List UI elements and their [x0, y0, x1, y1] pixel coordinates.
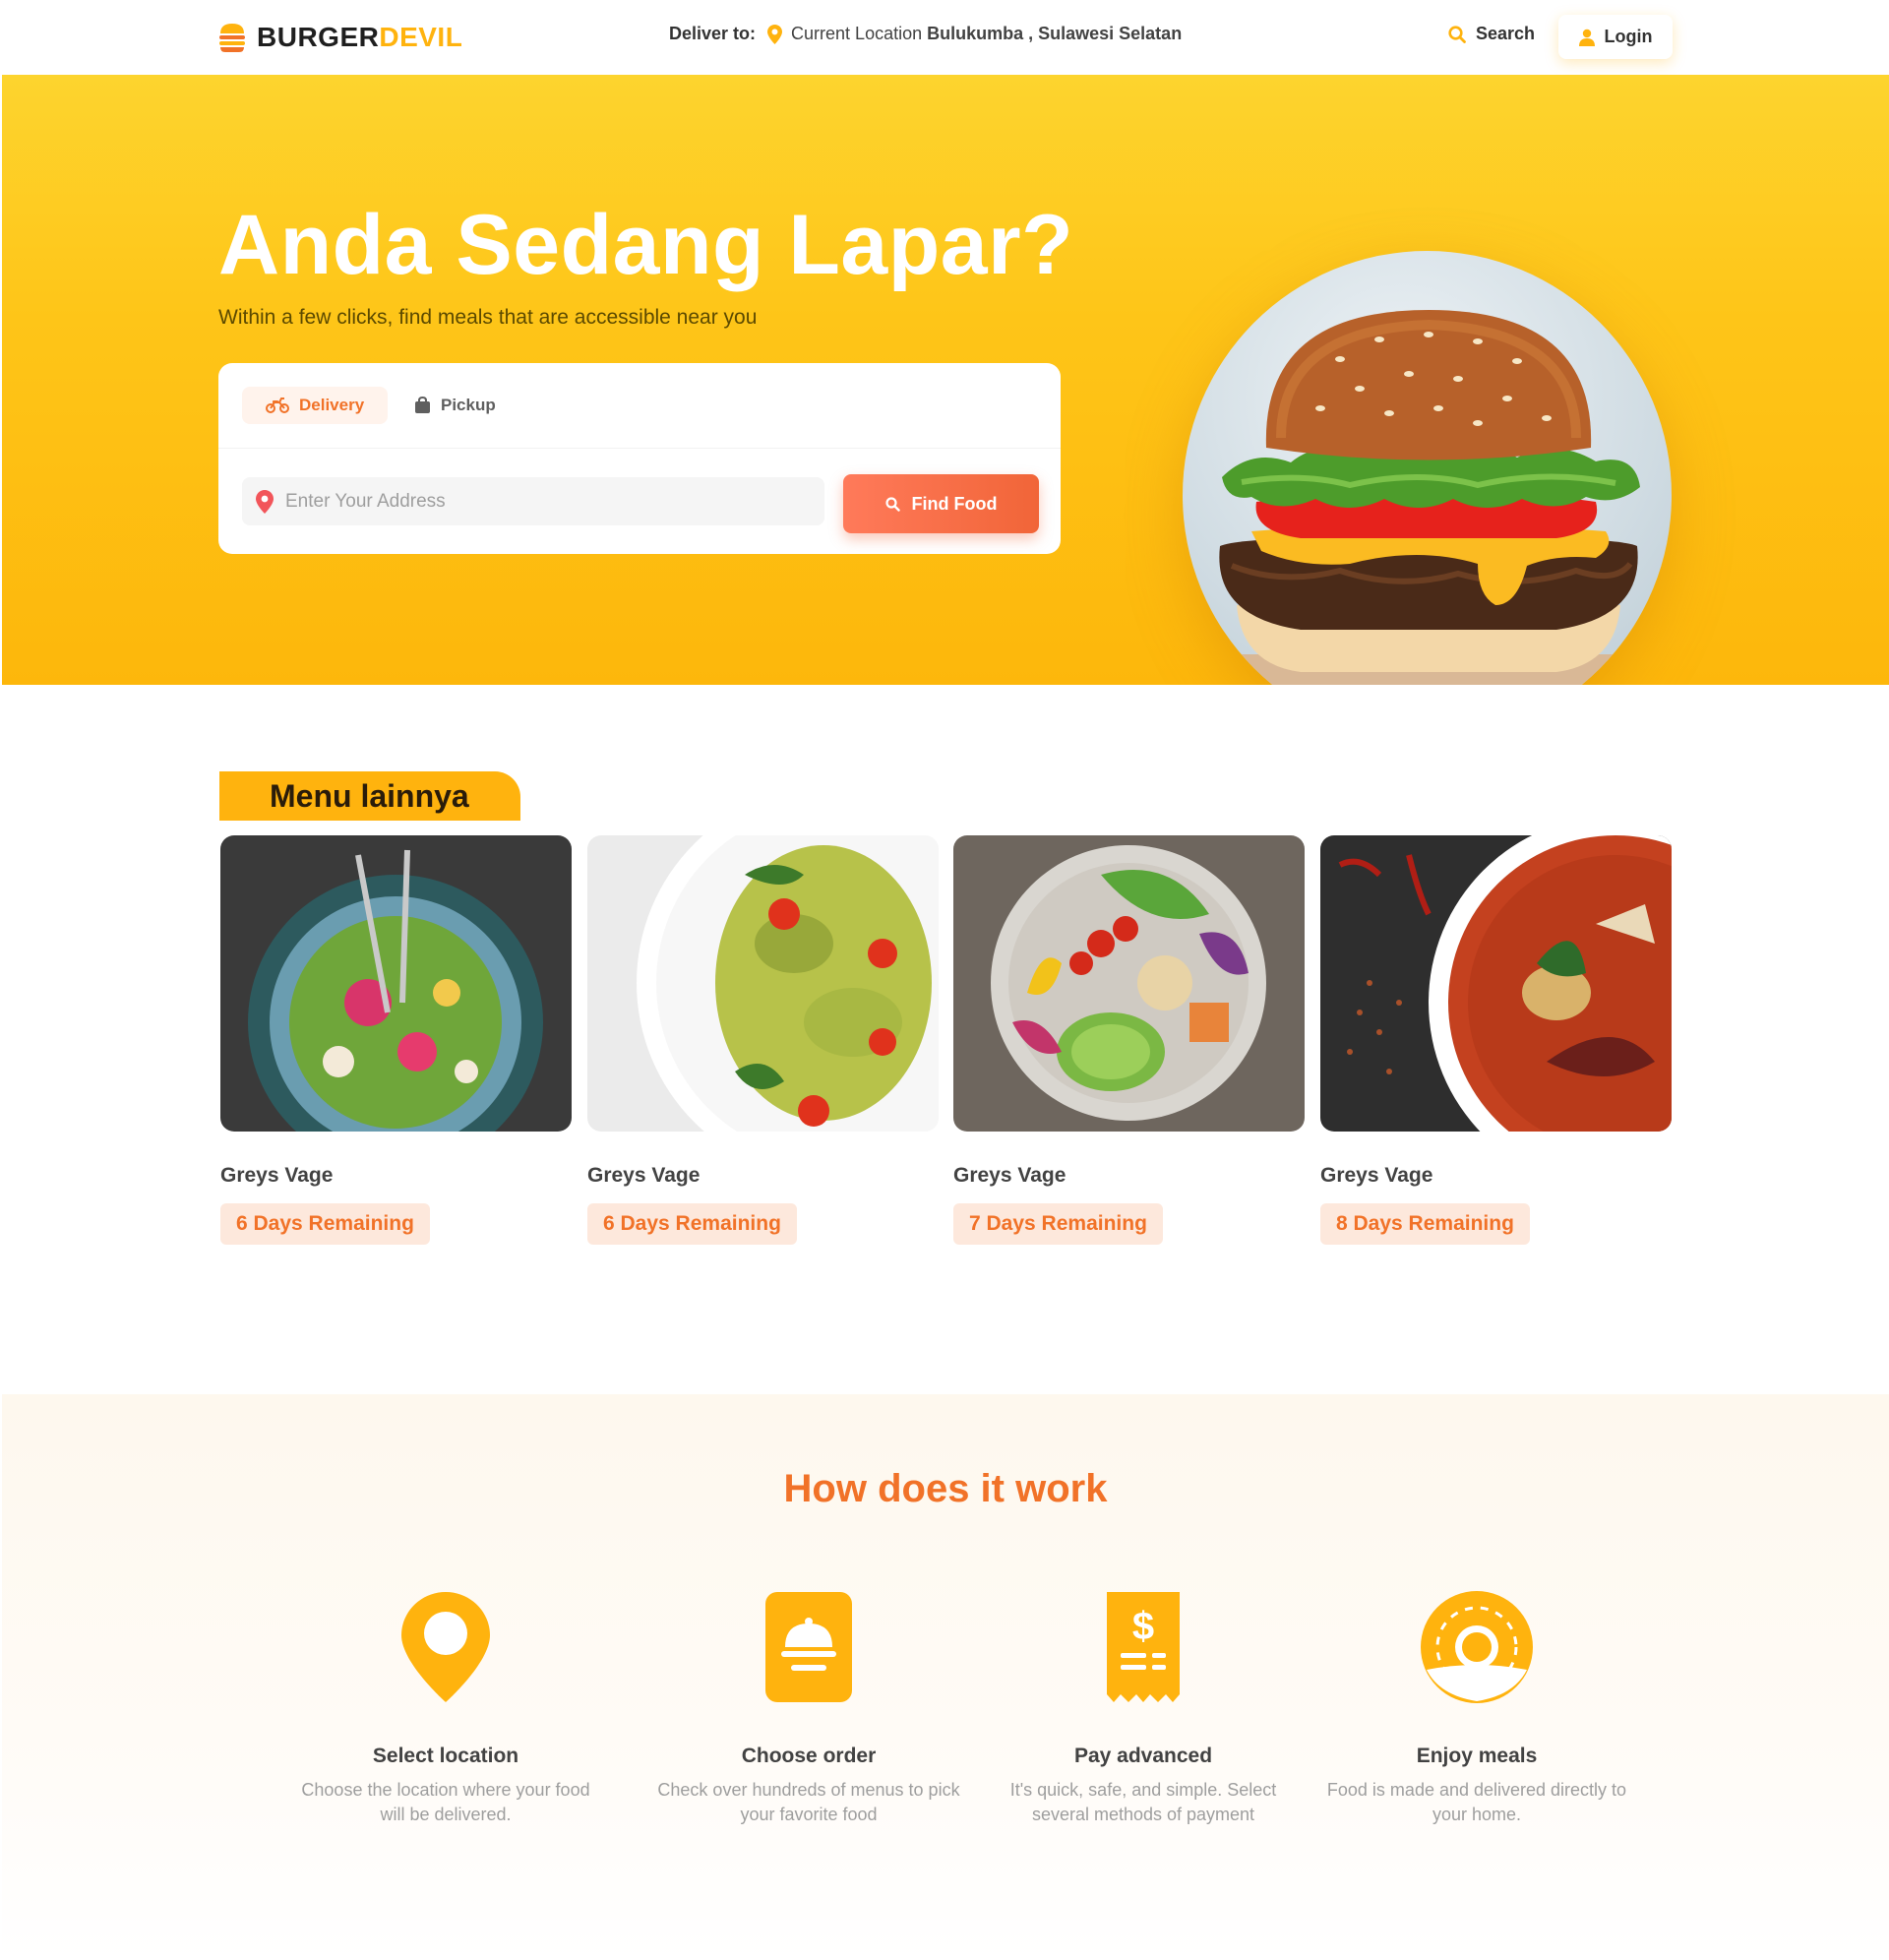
login-label: Login [1604, 27, 1653, 46]
step-title: Select location [372, 1745, 519, 1767]
cloche-icon [765, 1592, 852, 1702]
step-enjoy-meals: Enjoy meals Food is made and delivered d… [1319, 1589, 1634, 1827]
card-divider [218, 448, 1061, 449]
receipt-icon: $ [1107, 1592, 1180, 1702]
login-button[interactable]: Login [1558, 15, 1673, 59]
step-select-location: Select location Choose the location wher… [288, 1589, 603, 1827]
menu-card-image [953, 835, 1305, 1132]
search-link[interactable]: Search [1448, 24, 1535, 44]
step-title: Enjoy meals [1416, 1745, 1538, 1767]
menu-card-image [587, 835, 939, 1132]
search-card: Delivery Pickup Find Food [218, 363, 1061, 554]
search-icon [884, 496, 900, 512]
address-field[interactable] [242, 477, 824, 525]
hero-title: Anda Sedang Lapar? [218, 198, 1074, 292]
find-food-label: Find Food [911, 493, 998, 514]
menu-card-title: Greys Vage [953, 1164, 1066, 1187]
motorcycle-icon [266, 398, 289, 413]
address-input[interactable] [285, 490, 817, 513]
brand-name: BURGERDEVIL [257, 22, 463, 52]
step-description: Check over hundreds of menus to pick you… [657, 1780, 960, 1824]
brand-logo[interactable]: BURGERDEVIL [217, 20, 462, 55]
menu-card-title: Greys Vage [1320, 1164, 1433, 1187]
current-location-label: Current Location [791, 24, 923, 43]
deliver-label: Deliver to: [669, 24, 757, 43]
hero-section: Anda Sedang Lapar? Within a few clicks, … [2, 75, 1889, 685]
tab-pickup-label: Pickup [441, 396, 496, 414]
menu-card-badge: 7 Days Remaining [953, 1203, 1163, 1245]
user-icon [1578, 29, 1595, 46]
how-it-works-section: How does it work Select location Choose … [2, 1394, 1889, 1960]
menu-card-image [1320, 835, 1672, 1132]
location-pin-icon [401, 1592, 490, 1702]
navbar: BURGERDEVIL Deliver to: Current Location… [0, 0, 1889, 75]
burger-logo-icon [219, 24, 245, 52]
burger-image [1183, 251, 1672, 685]
hero-subtitle: Within a few clicks, find meals that are… [218, 306, 758, 329]
menu-card-title: Greys Vage [587, 1164, 701, 1187]
svg-text:$: $ [1132, 1605, 1154, 1648]
menu-heading-text: Menu lainnya [270, 778, 469, 814]
menu-card[interactable]: Greys Vage 8 Days Remaining [1320, 835, 1672, 1245]
current-location-value: Bulukumba , Sulawesi Selatan [927, 24, 1183, 43]
tab-delivery[interactable]: Delivery [242, 387, 389, 424]
tab-pickup[interactable]: Pickup [391, 387, 519, 424]
step-description: It's quick, safe, and simple. Select sev… [1009, 1780, 1277, 1824]
step-description: Food is made and delivered directly to y… [1326, 1780, 1627, 1824]
menu-card-badge: 6 Days Remaining [587, 1203, 797, 1245]
menu-card-badge: 6 Days Remaining [220, 1203, 430, 1245]
menu-card-badge: 8 Days Remaining [1320, 1203, 1530, 1245]
menu-card-title: Greys Vage [220, 1164, 334, 1187]
bag-icon [415, 397, 430, 413]
menu-card-image [220, 835, 572, 1132]
step-title: Choose order [741, 1745, 877, 1767]
donut-icon [1421, 1591, 1533, 1703]
how-it-works-title: How does it work [783, 1467, 1108, 1510]
step-description: Choose the location where your food will… [301, 1780, 590, 1824]
step-pay-advanced: $ Pay advanced It's quick, safe, and sim… [986, 1589, 1301, 1827]
search-label: Search [1476, 24, 1536, 43]
deliver-to[interactable]: Deliver to: Current Location Bulukumba ,… [669, 24, 1182, 44]
menu-card[interactable]: Greys Vage 6 Days Remaining [220, 835, 572, 1245]
burger-illustration [1212, 310, 1642, 685]
search-icon [1448, 25, 1466, 43]
menu-card[interactable]: Greys Vage 6 Days Remaining [587, 835, 939, 1245]
menu-card[interactable]: Greys Vage 7 Days Remaining [953, 835, 1305, 1245]
menu-heading: Menu lainnya [219, 771, 520, 821]
address-pin-icon [256, 489, 274, 514]
location-pin-icon [767, 24, 783, 44]
tab-delivery-label: Delivery [299, 396, 365, 414]
step-title: Pay advanced [1073, 1745, 1213, 1767]
step-choose-order: Choose order Check over hundreds of menu… [651, 1589, 966, 1827]
find-food-button[interactable]: Find Food [843, 474, 1039, 533]
